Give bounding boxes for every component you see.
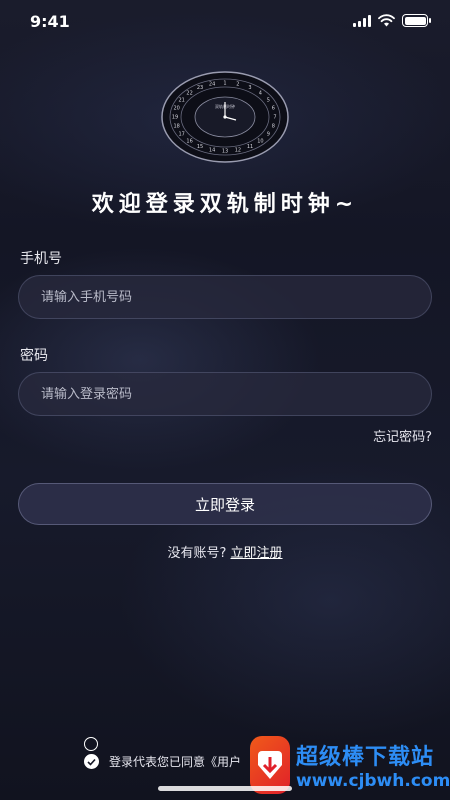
agreement-radio[interactable] — [84, 737, 98, 751]
login-button[interactable]: 立即登录 — [18, 483, 432, 525]
clock-ring-number: 2 — [236, 82, 239, 88]
clock-ring-number: 3 — [248, 85, 251, 91]
welcome-title: 欢迎登录双轨制时钟~ — [91, 192, 359, 217]
clock-ring-number: 21 — [179, 98, 185, 104]
clock-ring-number: 24 — [209, 82, 215, 88]
clock-ring-number: 17 — [179, 132, 185, 138]
clock-ring-number: 13 — [222, 149, 228, 155]
clock-ring-number: 23 — [197, 85, 203, 91]
wifi-icon — [378, 14, 395, 27]
checkmark-icon[interactable] — [84, 754, 99, 769]
phone-label: 手机号 — [20, 251, 62, 267]
battery-icon — [402, 14, 431, 27]
watermark-title: 超级棒下载站 — [296, 745, 435, 770]
clock-ring-number: 6 — [272, 106, 275, 112]
status-time: 9:41 — [30, 12, 70, 31]
clock-ring-number: 14 — [209, 147, 215, 153]
clock-ring-number: 18 — [174, 123, 180, 129]
register-link[interactable]: 立即注册 — [231, 546, 283, 561]
register-row: 没有账号? 立即注册 — [0, 542, 450, 561]
clock-ring-number: 22 — [186, 91, 192, 97]
clock-ring-number: 5 — [267, 98, 270, 104]
status-bar: 9:41 — [0, 0, 450, 44]
agreement-text: 登录代表您已同意《用户 — [109, 755, 242, 769]
clock-ring-number: 10 — [257, 139, 263, 145]
password-input[interactable] — [41, 386, 431, 402]
clock-ring-number: 4 — [259, 91, 262, 97]
home-indicator — [158, 786, 292, 791]
clock-ring-number: 15 — [197, 144, 203, 150]
cellular-signal-icon — [353, 14, 371, 27]
password-field[interactable] — [18, 372, 432, 416]
clock-ring-number: 8 — [272, 123, 275, 129]
forgot-password-link[interactable]: 忘记密码? — [373, 426, 432, 445]
password-label: 密码 — [20, 348, 48, 364]
clock-ring-number: 9 — [267, 132, 270, 138]
phone-field[interactable] — [18, 275, 432, 319]
clock-ring-number: 19 — [172, 115, 178, 121]
register-prompt: 没有账号? — [167, 546, 227, 561]
clock-ring-number: 11 — [247, 144, 253, 150]
clock-logo: 1 23456789101112131415161718192021222324 … — [161, 71, 289, 163]
clock-ring-number: 16 — [186, 139, 192, 145]
agreement-row: 登录代表您已同意《用户 — [84, 753, 241, 770]
clock-ring-number: 12 — [235, 147, 241, 153]
clock-ring-number: 20 — [174, 106, 180, 112]
clock-ring-number: 1 — [223, 81, 226, 87]
watermark-url: www.cjbwh.com — [296, 771, 450, 791]
clock-ring-number: 7 — [273, 115, 276, 121]
phone-input[interactable] — [41, 289, 431, 305]
status-icons — [353, 14, 431, 27]
